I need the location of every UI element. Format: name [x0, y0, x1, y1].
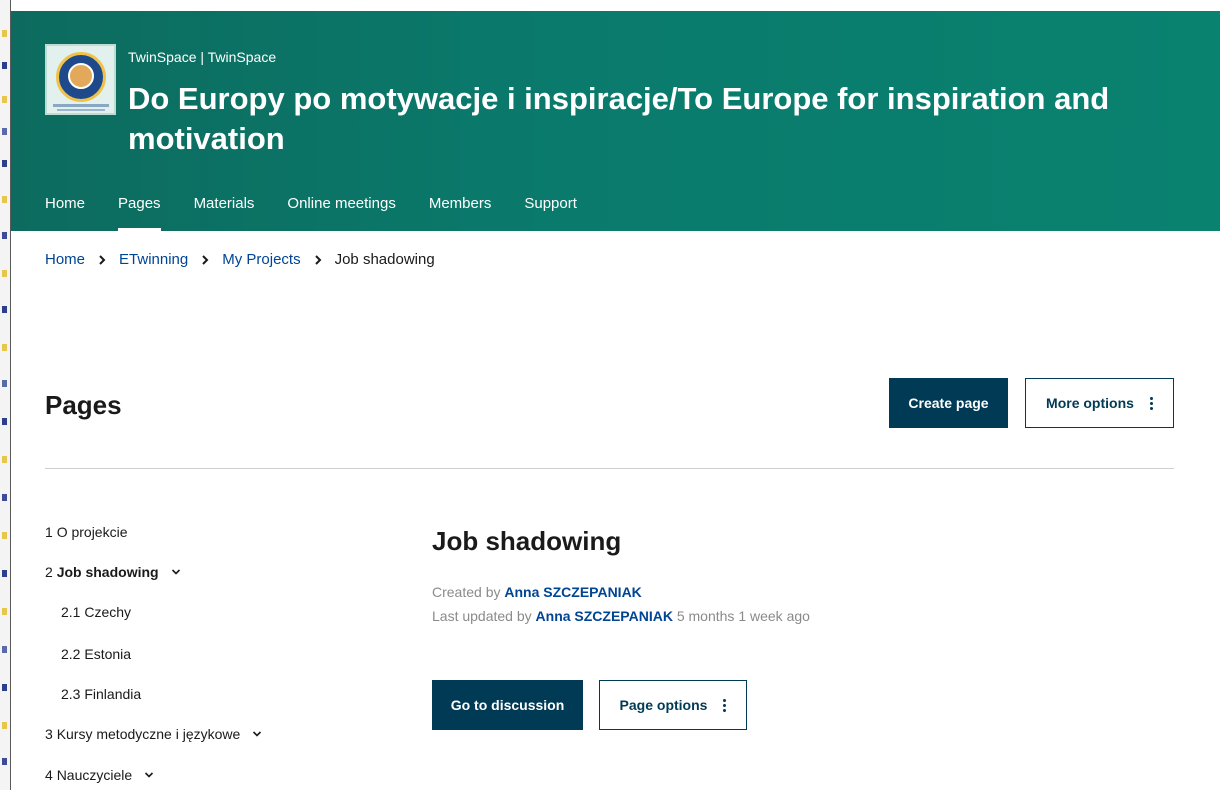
- site-subtitle: TwinSpace | TwinSpace: [128, 49, 277, 65]
- nav-materials[interactable]: Materials: [194, 195, 255, 231]
- updated-by-author-link[interactable]: Anna SZCZEPANIAK: [536, 608, 673, 624]
- nav-online-meetings[interactable]: Online meetings: [287, 195, 395, 231]
- create-page-button[interactable]: Create page: [889, 378, 1008, 428]
- create-page-label: Create page: [908, 395, 989, 411]
- chevron-right-icon: [301, 254, 335, 265]
- breadcrumb-current: Job shadowing: [334, 251, 435, 268]
- kebab-menu-icon: [723, 698, 727, 712]
- tree-item-nauczyciele[interactable]: 4 Nauczyciele: [45, 767, 154, 783]
- created-by-line: Created by Anna SZCZEPANIAK: [432, 584, 642, 600]
- logo-emblem: [56, 52, 106, 102]
- more-options-label: More options: [1046, 395, 1134, 411]
- section-divider: [45, 468, 1174, 469]
- page-heading: Pages: [45, 390, 122, 420]
- created-by-author-link[interactable]: Anna SZCZEPANIAK: [504, 584, 641, 600]
- chevron-right-icon: [85, 254, 119, 265]
- tree-item-estonia[interactable]: 2.2 Estonia: [61, 646, 131, 662]
- go-to-discussion-label: Go to discussion: [450, 697, 565, 713]
- breadcrumb-my-projects[interactable]: My Projects: [222, 251, 300, 268]
- chevron-right-icon: [188, 254, 222, 265]
- nav-support[interactable]: Support: [524, 195, 577, 231]
- kebab-menu-icon: [1149, 396, 1153, 410]
- go-to-discussion-button[interactable]: Go to discussion: [432, 680, 583, 730]
- tree-item-o-projekcie[interactable]: 1 O projekcie: [45, 524, 128, 540]
- tree-item-job-shadowing[interactable]: 2 Job shadowing: [45, 564, 181, 580]
- chevron-down-icon[interactable]: [144, 770, 154, 780]
- decorative-side-strip: [0, 0, 11, 790]
- nav-home[interactable]: Home: [45, 195, 85, 231]
- site-title: Do Europy po motywacje i inspiracje/To E…: [128, 81, 1110, 156]
- chevron-down-icon[interactable]: [171, 567, 181, 577]
- breadcrumb-etwinning[interactable]: ETwinning: [119, 251, 188, 268]
- updated-ago: 5 months 1 week ago: [676, 608, 810, 624]
- chevron-down-icon[interactable]: [252, 729, 262, 739]
- tree-item-czechy[interactable]: 2.1 Czechy: [61, 604, 131, 620]
- page-options-button[interactable]: Page options: [599, 680, 747, 730]
- tree-item-kursy[interactable]: 3 Kursy metodyczne i językowe: [45, 726, 262, 742]
- tree-item-finlandia[interactable]: 2.3 Finlandia: [61, 686, 141, 702]
- nav-members[interactable]: Members: [429, 195, 492, 231]
- nav-pages[interactable]: Pages: [118, 195, 161, 231]
- updated-by-line: Last updated by Anna SZCZEPANIAK 5 month…: [432, 608, 810, 624]
- main-area: TwinSpace | TwinSpace Do Europy po motyw…: [11, 0, 1220, 790]
- page-options-label: Page options: [619, 697, 708, 713]
- content-title: Job shadowing: [432, 526, 622, 556]
- more-options-button[interactable]: More options: [1025, 378, 1174, 428]
- site-header: TwinSpace | TwinSpace Do Europy po motyw…: [11, 0, 1220, 231]
- project-logo[interactable]: [45, 44, 116, 115]
- breadcrumb: Home ETwinning My Projects Job shadowing: [45, 251, 435, 268]
- breadcrumb-home[interactable]: Home: [45, 251, 85, 268]
- main-nav: Home Pages Materials Online meetings Mem…: [45, 195, 610, 231]
